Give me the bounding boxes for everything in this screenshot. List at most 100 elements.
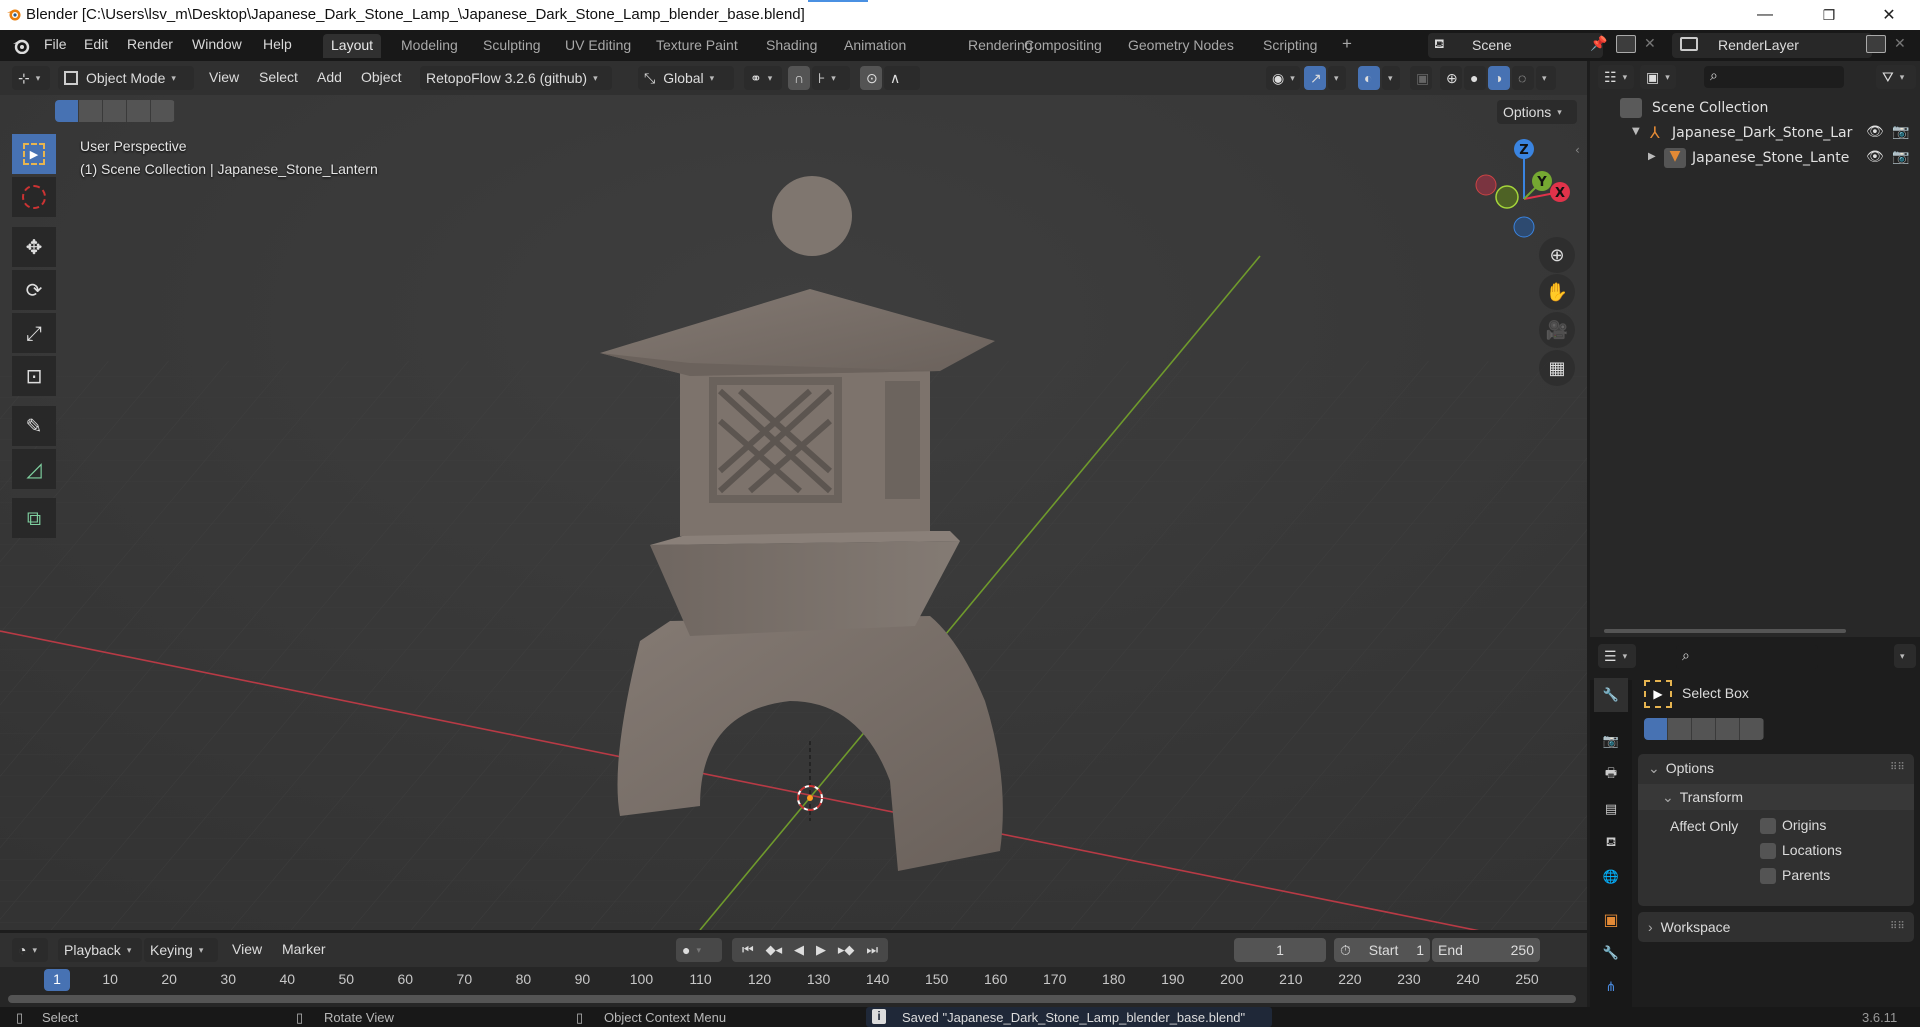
select-invert-button[interactable] <box>127 100 151 122</box>
gizmo-toggle[interactable]: ↗ <box>1304 66 1326 90</box>
tool-select-box[interactable]: ▶ <box>12 134 56 174</box>
tool-add-cube[interactable]: ⧉ <box>12 498 56 538</box>
transform-subpanel-header[interactable]: ⌄ Transform <box>1638 784 1914 810</box>
shading-dropdown[interactable]: ▾ <box>1536 66 1556 90</box>
tool-transform[interactable]: ⊡ <box>12 356 56 396</box>
play-reverse-icon[interactable]: ◀ <box>794 942 804 958</box>
maximize-button[interactable]: ❐ <box>1806 0 1852 30</box>
start-frame-field[interactable]: ⏱ Start 1 <box>1334 938 1430 962</box>
view-layer-selector[interactable]: RenderLayer <box>1672 33 1872 58</box>
tab-geometry-nodes[interactable]: Geometry Nodes <box>1120 34 1242 58</box>
tool-move[interactable]: ✥ <box>12 227 56 267</box>
gizmo-dropdown[interactable]: ▾ <box>1328 66 1346 90</box>
timeline-menu-marker[interactable]: Marker <box>282 941 326 957</box>
visibility-eye-icon[interactable]: 👁 <box>1866 149 1884 165</box>
current-frame-field[interactable]: 1 <box>1234 938 1326 962</box>
blender-menu-icon[interactable] <box>12 38 30 54</box>
tool-scale[interactable]: ⤢ <box>12 313 56 353</box>
zoom-view-button[interactable]: ⊕ <box>1539 237 1575 273</box>
menu-help[interactable]: Help <box>263 36 292 52</box>
select-new-button[interactable] <box>55 100 79 122</box>
tab-modifiers[interactable]: 🔧 <box>1594 936 1628 970</box>
outliner-item[interactable]: ▶ ▼ Japanese_Stone_Lantе 👁 📷 <box>1590 147 1920 171</box>
properties-editor-type[interactable]: ☰ ▾ <box>1598 644 1636 668</box>
render-camera-icon[interactable]: 📷 <box>1892 124 1909 140</box>
timeline-scrollbar[interactable] <box>8 995 1576 1003</box>
select-extend-button[interactable] <box>79 100 103 122</box>
overlay-dropdown[interactable]: ▾ <box>1382 66 1400 90</box>
neg-z-gizmo-icon[interactable] <box>1513 216 1535 238</box>
tab-scripting[interactable]: Scripting <box>1255 34 1325 58</box>
minimize-button[interactable]: — <box>1742 0 1788 30</box>
pin-scene-icon[interactable]: 📌 <box>1590 36 1607 52</box>
shading-rendered[interactable]: ◌ <box>1512 66 1534 90</box>
snap-target-button[interactable]: ⊦ ▾ <box>812 66 850 90</box>
mode-selector[interactable]: Object Mode ▾ <box>58 66 194 90</box>
options-panel-header[interactable]: ⌄ Options <box>1648 760 1714 777</box>
tab-object[interactable]: ▣ <box>1594 902 1628 936</box>
neg-y-gizmo-icon[interactable] <box>1495 185 1519 209</box>
close-button[interactable]: ✕ <box>1866 0 1912 30</box>
menu-edit[interactable]: Edit <box>84 36 108 52</box>
tab-compositing[interactable]: Compositing <box>1016 34 1110 58</box>
new-view-layer-icon[interactable] <box>1866 35 1886 53</box>
properties-search-input[interactable]: ⌕ <box>1676 645 1818 669</box>
proportional-edit-toggle[interactable]: ⊙ <box>860 66 882 90</box>
select-subtract-button[interactable] <box>1692 718 1716 740</box>
workspace-panel[interactable]: › Workspace ⠿⠿ <box>1638 912 1914 942</box>
pan-view-button[interactable]: ✋ <box>1539 274 1575 310</box>
select-subtract-button[interactable] <box>103 100 127 122</box>
overlay-toggle[interactable]: ◐ <box>1358 66 1380 90</box>
viewport-menu-add[interactable]: Add <box>317 69 342 85</box>
tool-rotate[interactable]: ⟳ <box>12 270 56 310</box>
keying-menu[interactable]: Keying ▾ <box>144 938 218 962</box>
editor-type-button[interactable]: ⊹ ▾ <box>12 66 50 90</box>
playback-menu[interactable]: Playback ▾ <box>58 938 142 962</box>
navigation-gizmo[interactable]: Z X Y <box>1470 131 1580 241</box>
play-icon[interactable]: ▶ <box>816 942 826 958</box>
delete-scene-icon[interactable]: ✕ <box>1644 36 1656 52</box>
outliner-item[interactable]: ▼ ⅄ Japanese_Dark_Stone_Lar 👁 📷 <box>1590 122 1920 146</box>
outliner-scene-collection[interactable]: Scene Collection <box>1590 97 1920 121</box>
xray-toggle[interactable]: ▣ <box>1410 66 1432 90</box>
tab-layout[interactable]: Layout <box>323 34 382 58</box>
expand-arrow-icon[interactable]: ▶ <box>1648 151 1656 162</box>
parents-checkbox[interactable]: Parents <box>1760 867 1830 885</box>
expand-arrow-icon[interactable]: ▼ <box>1632 126 1640 137</box>
select-invert-button[interactable] <box>1716 718 1740 740</box>
tab-world[interactable]: 🌐 <box>1594 860 1628 894</box>
visibility-eye-icon[interactable]: 👁 <box>1866 124 1884 140</box>
tab-render[interactable]: 📷 <box>1594 724 1628 758</box>
options-button[interactable]: Options ▾ <box>1497 100 1577 124</box>
tab-particles[interactable]: ⋔ <box>1594 970 1628 1004</box>
menu-window[interactable]: Window <box>192 36 242 52</box>
outliner-search-input[interactable]: ⌕ <box>1704 66 1844 88</box>
viewport-menu-object[interactable]: Object <box>361 69 401 85</box>
timeline-editor-type[interactable]: ◔ ▾ <box>12 938 48 962</box>
viewport-menu-select[interactable]: Select <box>259 69 298 85</box>
snap-toggle[interactable]: ∩ <box>788 66 810 90</box>
shading-solid[interactable]: ● <box>1464 66 1486 90</box>
tab-output[interactable]: 🖶 <box>1594 758 1628 792</box>
select-extend-button[interactable] <box>1668 718 1692 740</box>
display-mode-button[interactable]: ▣ ▾ <box>1640 65 1676 89</box>
new-scene-icon[interactable] <box>1616 35 1636 53</box>
save-report[interactable]: i Saved "Japanese_Dark_Stone_Lamp_blende… <box>866 1007 1272 1027</box>
filter-button[interactable]: ⛛ ▾ <box>1876 65 1916 89</box>
properties-options-dropdown[interactable]: ▾ <box>1894 644 1916 668</box>
shading-material[interactable]: ◑ <box>1488 66 1510 90</box>
neg-x-gizmo-icon[interactable] <box>1475 174 1497 196</box>
add-workspace-button[interactable]: + <box>1334 31 1360 55</box>
drag-handle-icon[interactable]: ⠿⠿ <box>1890 762 1905 773</box>
camera-view-button[interactable]: 🎥 <box>1539 312 1575 348</box>
jump-start-icon[interactable]: ⏮ <box>742 942 754 958</box>
tab-modeling[interactable]: Modeling <box>393 34 466 58</box>
locations-checkbox[interactable]: Locations <box>1760 842 1842 860</box>
outliner-editor-type[interactable]: ☷ ▾ <box>1598 65 1634 89</box>
visibility-selector[interactable]: ◉ ▾ <box>1266 66 1300 90</box>
outliner-scrollbar[interactable] <box>1604 629 1846 633</box>
transform-orientation-selector[interactable]: ⤡ Global ▾ <box>638 66 734 90</box>
prev-keyframe-icon[interactable]: ◆◂ <box>766 942 783 958</box>
tool-measure[interactable]: ◿ <box>12 449 56 489</box>
select-intersect-button[interactable] <box>151 100 175 122</box>
